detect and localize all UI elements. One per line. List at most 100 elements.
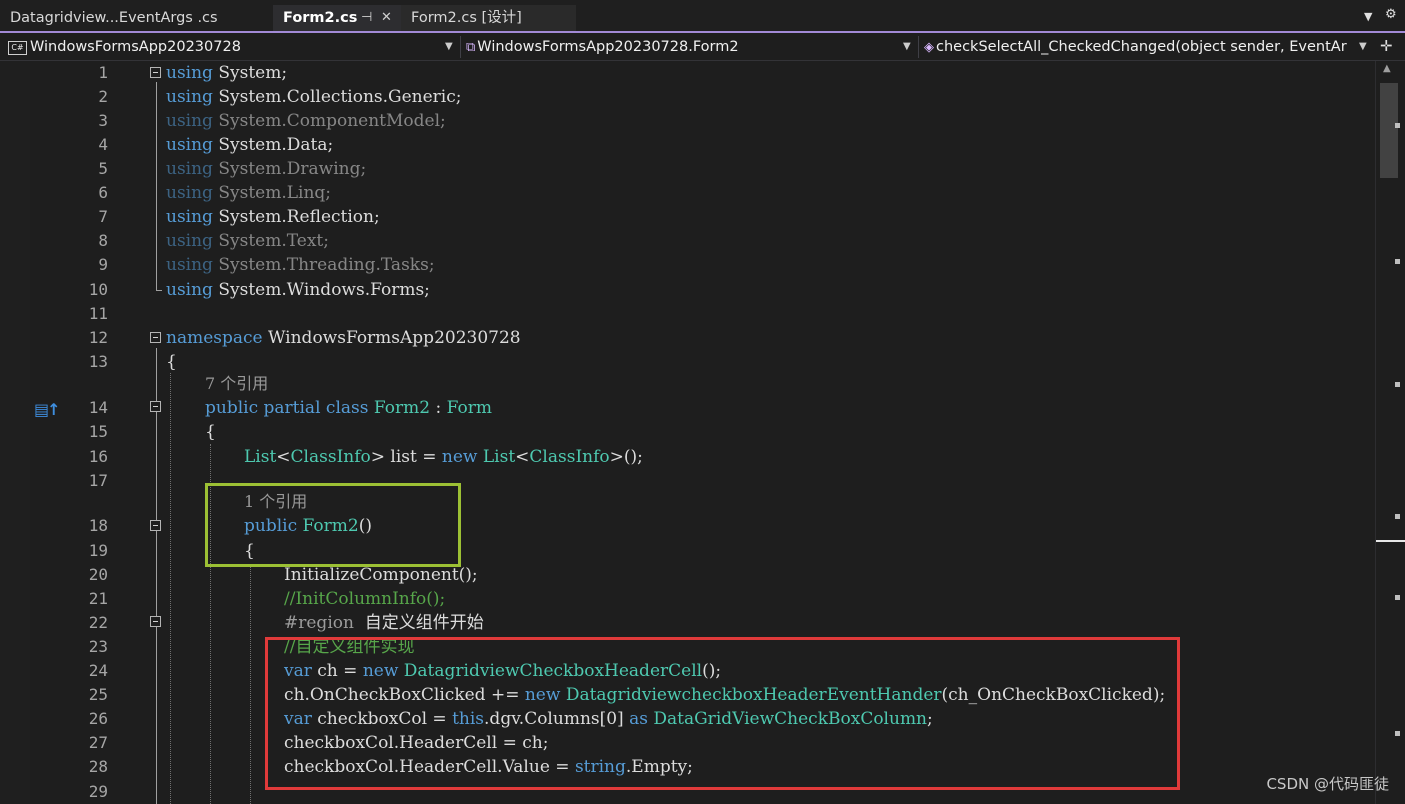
scroll-up-icon[interactable]: ▲ — [1383, 63, 1391, 74]
code-editor[interactable]: ▤↑ 1 2 3 4 5 6 7 8 9 10 11 12 13 14 15 1… — [0, 61, 1405, 804]
line-number: 27 — [88, 733, 108, 752]
code-line[interactable]: using System.Windows.Forms; — [166, 278, 430, 302]
collapse-toggle[interactable] — [150, 67, 161, 78]
navigation-bar: C# WindowsFormsApp20230728 ▼ ⧉ WindowsForm… — [0, 33, 1405, 61]
line-number: 12 — [88, 328, 108, 347]
code-line[interactable]: using System.Reflection; — [166, 205, 380, 229]
vertical-scrollbar[interactable]: ▲ — [1375, 61, 1405, 804]
split-window-icon[interactable]: ✛ — [1380, 37, 1393, 55]
line-number: 23 — [88, 637, 108, 656]
line-number: 21 — [88, 589, 108, 608]
line-number: 20 — [88, 565, 108, 584]
code-line[interactable]: List<ClassInfo> list = new List<ClassInf… — [244, 445, 643, 469]
collapse-toggle[interactable] — [150, 520, 161, 531]
code-line[interactable]: using System.Data; — [166, 133, 333, 157]
line-number: 5 — [98, 159, 108, 178]
code-line[interactable]: { — [166, 350, 177, 374]
indent-guide — [170, 373, 171, 804]
class-icon: ⧉ — [466, 40, 476, 55]
collapse-toggle[interactable] — [150, 332, 161, 343]
code-line[interactable]: namespace WindowsFormsApp20230728 — [166, 326, 521, 350]
line-number: 3 — [98, 111, 108, 130]
code-line[interactable]: public partial class Form2 : Form — [205, 396, 492, 420]
code-line[interactable]: using System.Collections.Generic; — [166, 85, 462, 109]
csharp-project-icon: C# — [8, 41, 27, 55]
scroll-marker — [1395, 259, 1400, 264]
code-line-unused[interactable]: using System.ComponentModel; — [166, 109, 446, 133]
indent-guide — [250, 564, 251, 804]
scroll-thumb[interactable] — [1380, 83, 1398, 178]
collapse-toggle[interactable] — [150, 616, 161, 627]
project-dropdown[interactable]: C# WindowsFormsApp20230728 ▼ — [8, 36, 455, 58]
outline-bar — [156, 635, 157, 804]
divider — [460, 36, 461, 58]
implementation-marker-icon[interactable]: ▤↑ — [34, 400, 60, 419]
line-number: 17 — [88, 471, 108, 490]
member-name: checkSelectAll_CheckedChanged(object sen… — [936, 39, 1347, 55]
line-number: 8 — [98, 231, 108, 250]
pin-icon[interactable]: ⊣ — [361, 5, 372, 31]
tab-form2-designer[interactable]: Form2.cs [设计] — [401, 5, 576, 31]
scroll-marker — [1395, 595, 1400, 600]
highlight-box-constructor — [205, 483, 461, 567]
code-line[interactable]: //InitColumnInfo(); — [284, 587, 445, 611]
code-lens-references[interactable]: 7 个引用 — [205, 373, 268, 395]
line-number: 2 — [98, 87, 108, 106]
code-line-unused[interactable]: using System.Text; — [166, 229, 329, 253]
tab-label: Form2.cs — [283, 10, 358, 26]
scroll-marker — [1395, 514, 1400, 519]
scroll-marker — [1395, 382, 1400, 387]
scroll-marker — [1395, 731, 1400, 736]
code-line[interactable]: using System; — [166, 61, 287, 85]
code-line-unused[interactable]: using System.Linq; — [166, 181, 331, 205]
document-tab-strip: Datagridview...EventArgs .cs Form2.cs ⊣ … — [0, 0, 1405, 33]
tab-label: Datagridview...EventArgs .cs — [10, 10, 218, 26]
divider — [918, 36, 919, 58]
code-line[interactable]: #region 自定义组件开始 — [284, 611, 484, 635]
caret-position-marker — [1376, 540, 1405, 542]
line-number: 29 — [88, 782, 108, 801]
line-number: 24 — [88, 661, 108, 680]
line-number: 10 — [88, 280, 108, 299]
outline-bar — [156, 82, 157, 291]
member-dropdown[interactable]: ◈ checkSelectAll_CheckedChanged(object se… — [924, 36, 1369, 58]
method-icon: ◈ — [924, 40, 934, 55]
tab-label: Form2.cs [设计] — [411, 10, 522, 26]
code-line[interactable]: { — [205, 420, 216, 444]
line-number: 11 — [88, 304, 108, 323]
line-number: 4 — [98, 135, 108, 154]
line-number: 26 — [88, 709, 108, 728]
line-number: 16 — [88, 447, 108, 466]
line-number: 25 — [88, 685, 108, 704]
line-number: 1 — [98, 63, 108, 82]
chevron-down-icon: ▼ — [445, 41, 453, 52]
watermark: CSDN @代码匪徒 — [1266, 775, 1389, 793]
collapse-toggle[interactable] — [150, 401, 161, 412]
class-name: WindowsFormsApp20230728.Form2 — [477, 39, 739, 55]
scroll-marker — [1395, 123, 1400, 128]
highlight-box-custom-header — [265, 637, 1180, 790]
glyph-margin — [0, 61, 30, 804]
gear-icon[interactable]: ⚙ — [1385, 7, 1397, 22]
chevron-down-icon: ▼ — [1359, 41, 1367, 52]
class-dropdown[interactable]: ⧉ WindowsFormsApp20230728.Form2 ▼ — [466, 36, 913, 58]
tab-datagridview-eventargs[interactable]: Datagridview...EventArgs .cs — [0, 5, 270, 31]
line-number: 28 — [88, 757, 108, 776]
line-number: 13 — [88, 352, 108, 371]
line-number: 6 — [98, 183, 108, 202]
chevron-down-icon: ▼ — [903, 41, 911, 52]
line-number: 22 — [88, 613, 108, 632]
code-line-unused[interactable]: using System.Drawing; — [166, 157, 366, 181]
tab-form2-cs[interactable]: Form2.cs ⊣ ✕ — [273, 5, 401, 31]
tab-list-dropdown-icon[interactable]: ▼ — [1364, 10, 1372, 23]
line-number: 19 — [88, 541, 108, 560]
line-number: 14 — [88, 398, 108, 417]
project-name: WindowsFormsApp20230728 — [30, 39, 241, 55]
code-line-unused[interactable]: using System.Threading.Tasks; — [166, 253, 435, 277]
line-number: 9 — [98, 255, 108, 274]
outline-bar — [156, 290, 162, 291]
close-icon[interactable]: ✕ — [381, 5, 392, 31]
line-number: 15 — [88, 422, 108, 441]
line-number: 7 — [98, 207, 108, 226]
line-number: 18 — [88, 516, 108, 535]
